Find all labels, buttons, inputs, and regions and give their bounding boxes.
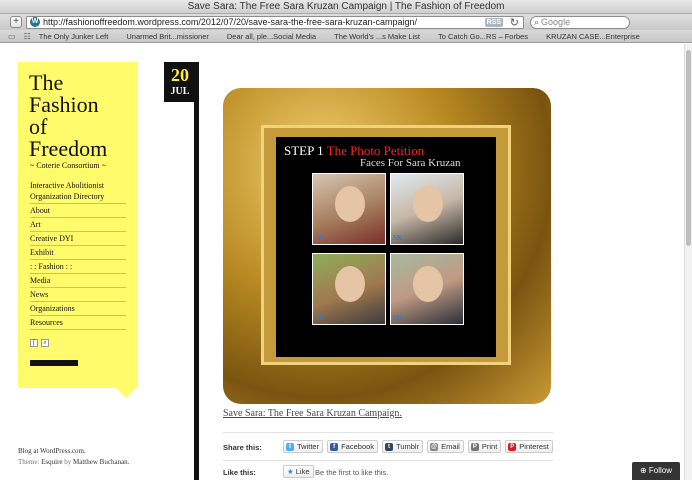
sidebar-bar — [30, 360, 78, 366]
theme-link[interactable]: Esquire — [41, 458, 62, 466]
page-scrollbar[interactable] — [684, 44, 692, 480]
footer-theme: Theme: Esquire by Matthew Buchanan. — [18, 458, 130, 466]
email-icon: @ — [430, 442, 439, 451]
star-icon: ★ — [287, 467, 294, 476]
bookmark-item[interactable]: Dear all, ple...Social Media — [227, 32, 316, 41]
reload-icon[interactable]: ↻ — [510, 16, 519, 29]
url-text[interactable]: http://fashionoffreedom.wordpress.com/20… — [43, 17, 417, 27]
post-title-link[interactable]: Save Sara: The Free Sara Kruzan Campaign… — [223, 408, 402, 419]
divider — [223, 432, 553, 433]
twitter-icon: t — [286, 442, 294, 451]
facebook-icon: f — [330, 442, 339, 451]
menu-item-resources[interactable]: Resources — [30, 316, 126, 330]
share-tumblr-button[interactable]: t Tumblr — [382, 440, 424, 453]
post-date: 20 JUL — [164, 62, 196, 102]
share-facebook-button[interactable]: f Facebook — [327, 440, 379, 453]
menu-item-about[interactable]: About — [30, 204, 126, 218]
search-input[interactable]: ⌕ Google — [530, 15, 630, 29]
sidebar-icons: ʃ ⌕ — [30, 339, 52, 347]
search-icon[interactable]: ⌕ — [41, 339, 49, 347]
print-icon: P — [470, 442, 479, 451]
photo-portrait: SK — [312, 173, 386, 245]
share-buttons: t Twitter f Facebook t Tumblr @ Email P Print… — [283, 440, 557, 453]
photo-portrait: SK — [390, 253, 464, 325]
wordpress-icon: W — [30, 17, 40, 27]
menu-item-media[interactable]: Media — [30, 274, 126, 288]
petition-poster: STEP 1 The Photo Petition Faces For Sara… — [276, 137, 496, 357]
post-month: JUL — [170, 86, 190, 97]
sidebar: The Fashion of Freedom ~ Coterie Consort… — [18, 62, 138, 398]
menu-item-creative-dyi[interactable]: Creative DYI — [30, 232, 126, 246]
menu-item-directory[interactable]: Interactive Abolitionist Organization Di… — [30, 179, 126, 204]
menu-item-news[interactable]: News — [30, 288, 126, 302]
menu-item-art[interactable]: Art — [30, 218, 126, 232]
browser-window: Save Sara: The Free Sara Kruzan Campaign… — [0, 0, 692, 480]
search-placeholder: Google — [541, 17, 571, 27]
menu-item-exhibit[interactable]: Exhibit — [30, 246, 126, 260]
like-status: Be the first to like this. — [315, 468, 389, 477]
poster-subhead: Faces For Sara Kruzan — [360, 157, 461, 169]
add-bookmark-button[interactable]: + — [10, 16, 22, 28]
bookmark-item[interactable]: To Catch Go...RS – Forbes — [438, 32, 528, 41]
like-button[interactable]: ★ Like — [283, 465, 314, 478]
bookmark-item[interactable]: KRUZAN CASE...Enterprise — [546, 32, 640, 41]
share-label: Share this: — [223, 443, 262, 452]
menu-item-fashion[interactable]: : : Fashion : : — [30, 260, 126, 274]
window-title: Save Sara: The Free Sara Kruzan Campaign… — [0, 0, 692, 14]
post-day: 20 — [171, 65, 189, 85]
content-divider — [194, 62, 199, 480]
bookmark-item[interactable]: The World's ...s Make List — [334, 32, 420, 41]
page-content: The Fashion of Freedom ~ Coterie Consort… — [0, 44, 684, 480]
like-label: Like this: — [223, 468, 256, 477]
address-bar[interactable]: W http://fashionoffreedom.wordpress.com/… — [26, 15, 524, 29]
pinterest-icon: P — [508, 442, 517, 451]
scrollbar-thumb[interactable] — [686, 50, 691, 246]
rss-feed-icon[interactable]: ʃ — [30, 339, 38, 347]
share-email-button[interactable]: @ Email — [427, 440, 464, 453]
divider — [223, 460, 553, 461]
show-all-bookmarks-icon[interactable]: ☷ — [24, 32, 31, 41]
browser-toolbar: + W http://fashionoffreedom.wordpress.co… — [0, 14, 692, 30]
reading-list-icon[interactable]: ▭ — [8, 32, 16, 41]
tumblr-icon: t — [385, 442, 394, 451]
bookmark-item[interactable]: The Only Junker Left — [39, 32, 109, 41]
post-image[interactable]: STEP 1 The Photo Petition Faces For Sara… — [223, 88, 551, 404]
photo-portrait: SK — [390, 173, 464, 245]
site-title[interactable]: The Fashion of Freedom — [29, 72, 137, 160]
footer-credit[interactable]: Blog at WordPress.com. — [18, 447, 86, 455]
menu-item-organizations[interactable]: Organizations — [30, 302, 126, 316]
bookmark-item[interactable]: Unarmed Brit...missioner — [126, 32, 209, 41]
share-twitter-button[interactable]: t Twitter — [283, 440, 324, 453]
share-pinterest-button[interactable]: P Pinterest — [505, 440, 553, 453]
search-icon: ⌕ — [534, 16, 540, 27]
site-tagline: ~ Coterie Consortium ~ — [30, 161, 106, 170]
bookmarks-bar: ▭ ☷ The Only Junker Left Unarmed Brit...… — [0, 30, 692, 43]
follow-button[interactable]: ⊕ Follow — [632, 462, 680, 480]
share-print-button[interactable]: P Print — [467, 440, 502, 453]
sidebar-menu: Interactive Abolitionist Organization Di… — [30, 179, 126, 330]
rss-icon[interactable]: RSS — [484, 17, 503, 27]
picture-frame: STEP 1 The Photo Petition Faces For Sara… — [261, 125, 511, 365]
author-link[interactable]: Matthew Buchanan — [73, 458, 128, 466]
photo-portrait: SK — [312, 253, 386, 325]
follow-icon: ⊕ — [639, 466, 649, 475]
